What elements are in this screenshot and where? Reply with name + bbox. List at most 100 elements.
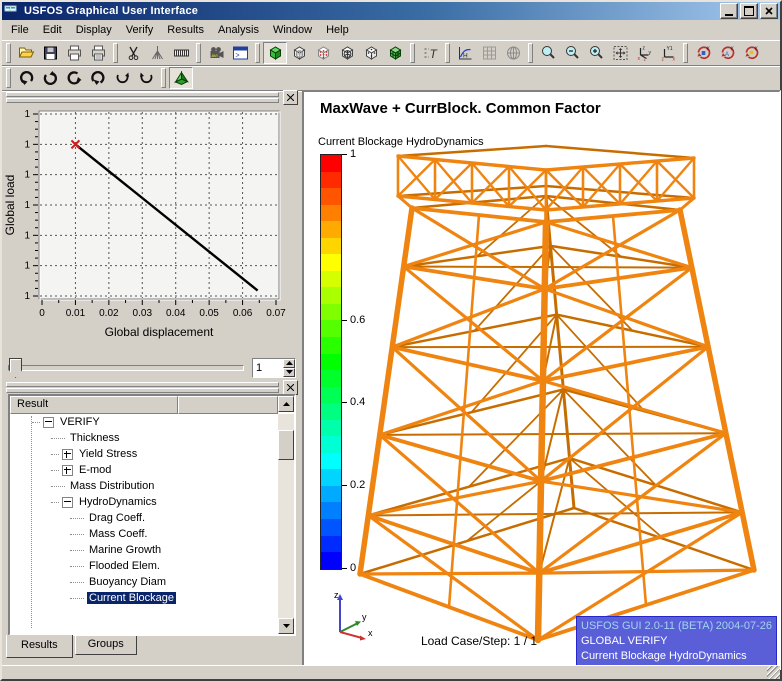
- step-spinbox[interactable]: 1: [252, 358, 296, 378]
- toolbar-grip[interactable]: [113, 43, 118, 63]
- jacket-structure-model[interactable]: [350, 142, 780, 654]
- tree-item-yield-stress[interactable]: Yield Stress: [10, 446, 278, 462]
- tree-item-e-mod[interactable]: E-mod: [10, 462, 278, 478]
- zoom-icon[interactable]: [536, 42, 560, 64]
- toolbar-grip[interactable]: [6, 68, 11, 88]
- tree-item-label[interactable]: Current Blockage: [87, 592, 176, 604]
- cube-pie-icon[interactable]: [335, 42, 359, 64]
- tree-scrollbar-thumb[interactable]: [278, 430, 294, 460]
- cube-solid-icon[interactable]: [263, 42, 287, 64]
- tree-dock-close-button[interactable]: [283, 379, 298, 395]
- zoom-in-icon[interactable]: [584, 42, 608, 64]
- rotate-ccw-up-icon[interactable]: [38, 67, 62, 89]
- toolbar-grip[interactable]: [445, 43, 450, 63]
- tree-item-current-blockage[interactable]: Current Blockage: [10, 590, 278, 606]
- spin-ccw-icon[interactable]: [134, 67, 158, 89]
- film-icon[interactable]: [169, 42, 193, 64]
- shaded-view-icon[interactable]: [169, 67, 193, 89]
- tree-item-verify[interactable]: VERIFY: [10, 414, 278, 430]
- model-viewport[interactable]: MaxWave + CurrBlock. Common Factor Curre…: [302, 90, 781, 670]
- toolbar-grip[interactable]: [161, 68, 166, 88]
- camera-icon[interactable]: AVI: [204, 42, 228, 64]
- tree-scrollbar[interactable]: [278, 414, 294, 634]
- menu-analysis[interactable]: Analysis: [211, 22, 266, 38]
- toolbar-grip[interactable]: [255, 43, 260, 63]
- toolbar-grip[interactable]: [683, 43, 688, 63]
- collapse-icon[interactable]: [62, 496, 73, 508]
- close-button[interactable]: [760, 3, 778, 19]
- print-copy-icon[interactable]: [86, 42, 110, 64]
- menu-help[interactable]: Help: [319, 22, 356, 38]
- minimize-button[interactable]: [720, 3, 738, 19]
- title-bar[interactable]: USFOS Graphical User Interface: [2, 2, 780, 20]
- toolbar-grip[interactable]: [6, 43, 11, 63]
- brush-icon[interactable]: [145, 42, 169, 64]
- save-icon[interactable]: [38, 42, 62, 64]
- spin-cw-icon[interactable]: [110, 67, 134, 89]
- menu-display[interactable]: Display: [69, 22, 119, 38]
- plot-dock-close-button[interactable]: [283, 89, 298, 105]
- tree-scroll-down-button[interactable]: [278, 618, 294, 634]
- open-file-icon[interactable]: [14, 42, 38, 64]
- tab-groups[interactable]: Groups: [74, 636, 137, 655]
- menu-window[interactable]: Window: [266, 22, 319, 38]
- tree-item-marine-growth[interactable]: Marine Growth: [10, 542, 278, 558]
- tree-item-label[interactable]: VERIFY: [58, 416, 102, 428]
- zoom-extents-icon[interactable]: [608, 42, 632, 64]
- tree-item-mass-coeff-[interactable]: Mass Coeff.: [10, 526, 278, 542]
- menu-verify[interactable]: Verify: [119, 22, 161, 38]
- rotate-left-icon[interactable]: [62, 67, 86, 89]
- tree-item-mass-distribution[interactable]: Mass Distribution: [10, 478, 278, 494]
- toolbar-grip[interactable]: [410, 43, 415, 63]
- tree-item-buoyancy-diam[interactable]: Buoyancy Diam: [10, 574, 278, 590]
- tree-item-label[interactable]: Flooded Elem.: [87, 560, 162, 572]
- tree-item-thickness[interactable]: Thickness: [10, 430, 278, 446]
- zoom-out-icon[interactable]: [560, 42, 584, 64]
- cube-wire-icon[interactable]: [287, 42, 311, 64]
- menu-edit[interactable]: Edit: [36, 22, 69, 38]
- resize-grip[interactable]: [767, 666, 780, 679]
- console-icon[interactable]: >_: [228, 42, 252, 64]
- tree-header-result[interactable]: Result: [10, 396, 178, 414]
- axes-xyz-icon[interactable]: zyxz: [632, 42, 656, 64]
- plot-dock-handle[interactable]: [6, 89, 298, 105]
- tree-item-label[interactable]: Thickness: [68, 432, 122, 444]
- print-icon[interactable]: [62, 42, 86, 64]
- expand-icon[interactable]: [62, 464, 73, 476]
- rotate-view-y-icon[interactable]: AK: [715, 42, 739, 64]
- rotate-view-z-icon[interactable]: K: [739, 42, 763, 64]
- menu-file[interactable]: File: [4, 22, 36, 38]
- plot-history-icon[interactable]: H: [453, 42, 477, 64]
- step-slider[interactable]: [8, 358, 244, 378]
- toolbar-grip[interactable]: [528, 43, 533, 63]
- tree-header-blank[interactable]: [178, 396, 278, 414]
- maximize-button[interactable]: [740, 3, 758, 19]
- label-tool-icon[interactable]: T: [418, 42, 442, 64]
- tree-item-label[interactable]: E-mod: [77, 464, 113, 476]
- tree-scroll-up-button[interactable]: [278, 396, 294, 412]
- step-down-button[interactable]: [283, 368, 295, 377]
- cube-mesh-icon[interactable]: [383, 42, 407, 64]
- tree-item-label[interactable]: Buoyancy Diam: [87, 576, 168, 588]
- cube-dots-icon[interactable]: [359, 42, 383, 64]
- axes-view-icon[interactable]: Y1 z x: [656, 42, 680, 64]
- collapse-icon[interactable]: [43, 416, 54, 428]
- expand-icon[interactable]: [62, 448, 73, 460]
- tree-item-label[interactable]: Mass Distribution: [68, 480, 156, 492]
- tab-results[interactable]: Results: [6, 635, 73, 658]
- rotate-view-x-icon[interactable]: K: [691, 42, 715, 64]
- undo-rotate-icon[interactable]: [86, 67, 110, 89]
- step-slider-handle[interactable]: [9, 358, 22, 378]
- globe-icon[interactable]: [501, 42, 525, 64]
- toolbar-grip[interactable]: [196, 43, 201, 63]
- tree-item-hydrodynamics[interactable]: HydroDynamics: [10, 494, 278, 510]
- menu-results[interactable]: Results: [160, 22, 211, 38]
- cube-red-dots-icon[interactable]: [311, 42, 335, 64]
- grid-icon[interactable]: [477, 42, 501, 64]
- step-up-button[interactable]: [283, 359, 295, 368]
- tree-item-flooded-elem-[interactable]: Flooded Elem.: [10, 558, 278, 574]
- tree-item-label[interactable]: HydroDynamics: [77, 496, 159, 508]
- tree-item-drag-coeff-[interactable]: Drag Coeff.: [10, 510, 278, 526]
- tree-dock-handle[interactable]: [6, 379, 298, 395]
- rotate-cw-down-icon[interactable]: [14, 67, 38, 89]
